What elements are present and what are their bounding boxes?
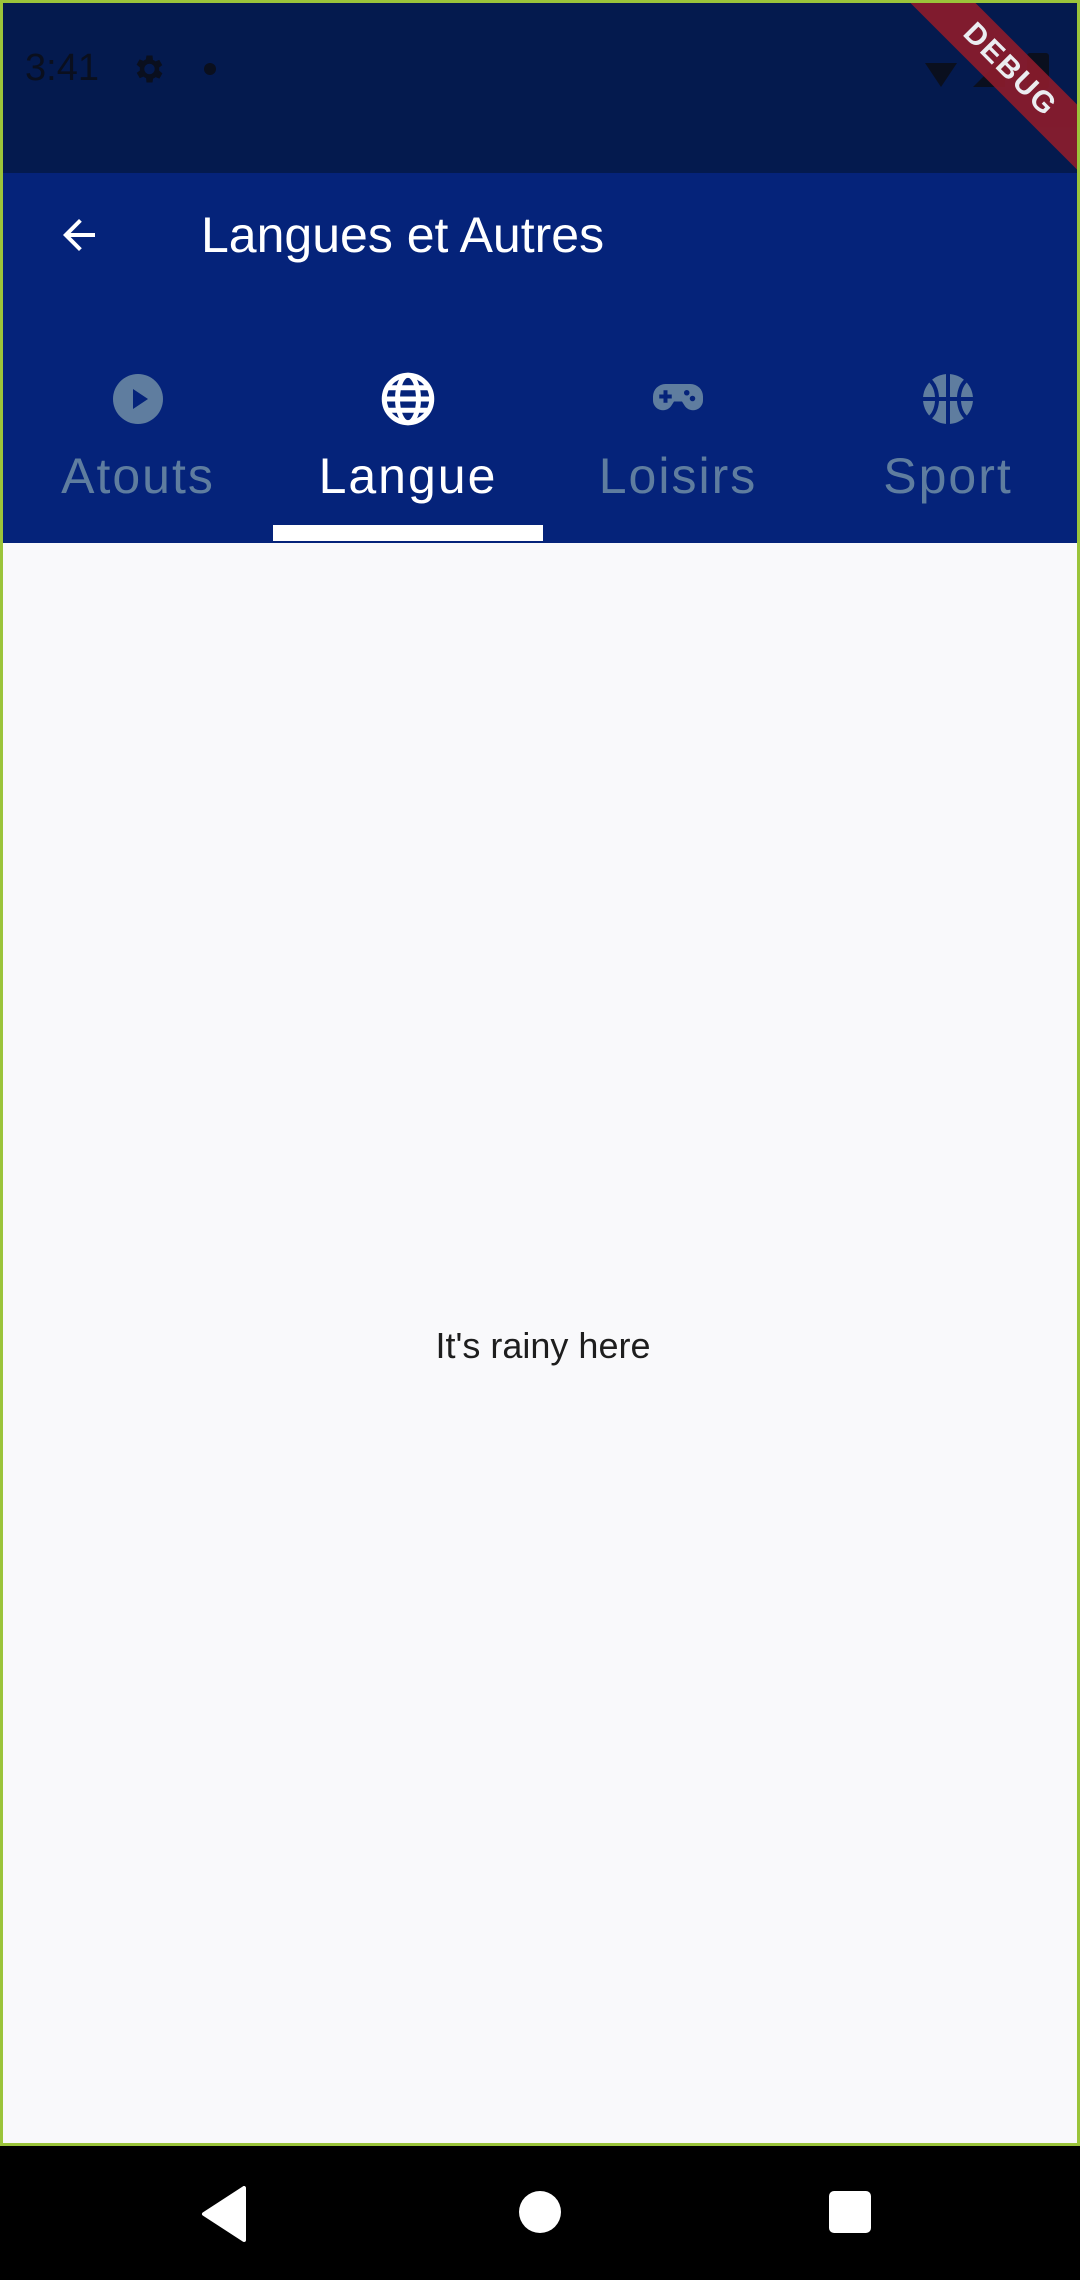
tab-langue[interactable]: Langue [273, 343, 543, 543]
nav-home-button[interactable] [519, 2191, 561, 2233]
content-message: It's rainy here [435, 1325, 651, 1366]
app-bar: Langues et Autres Atouts Langue Loisirs … [3, 173, 1077, 543]
tab-bar: Atouts Langue Loisirs Sport [3, 343, 1077, 543]
app-window: 3:41 DEBUG Langues et Autres Atouts Lang… [0, 0, 1080, 2146]
gamepad-icon [653, 384, 703, 411]
tab-label: Loisirs [598, 448, 758, 504]
tab-label: Sport [883, 448, 1013, 504]
globe-icon [381, 372, 435, 426]
basketball-icon [923, 374, 973, 424]
tab-label: Langue [318, 448, 498, 504]
tab-atouts[interactable]: Atouts [3, 343, 273, 543]
play-circle-icon [113, 374, 163, 424]
nav-back-button[interactable] [200, 2186, 250, 2242]
back-button[interactable] [47, 203, 111, 267]
system-nav-bar [0, 2146, 1080, 2280]
arrow-back-icon [63, 219, 95, 251]
notification-dot-icon [204, 63, 216, 75]
status-time: 3:41 [25, 47, 99, 89]
page-title: Langues et Autres [201, 207, 605, 263]
tab-label: Atouts [61, 448, 215, 504]
tab-sport[interactable]: Sport [813, 343, 1077, 543]
status-bar: 3:41 DEBUG [3, 3, 1077, 182]
tab-loisirs[interactable]: Loisirs [543, 343, 813, 543]
nav-recents-button[interactable] [829, 2191, 871, 2233]
tab-indicator [273, 525, 543, 541]
settings-icon [136, 55, 163, 83]
